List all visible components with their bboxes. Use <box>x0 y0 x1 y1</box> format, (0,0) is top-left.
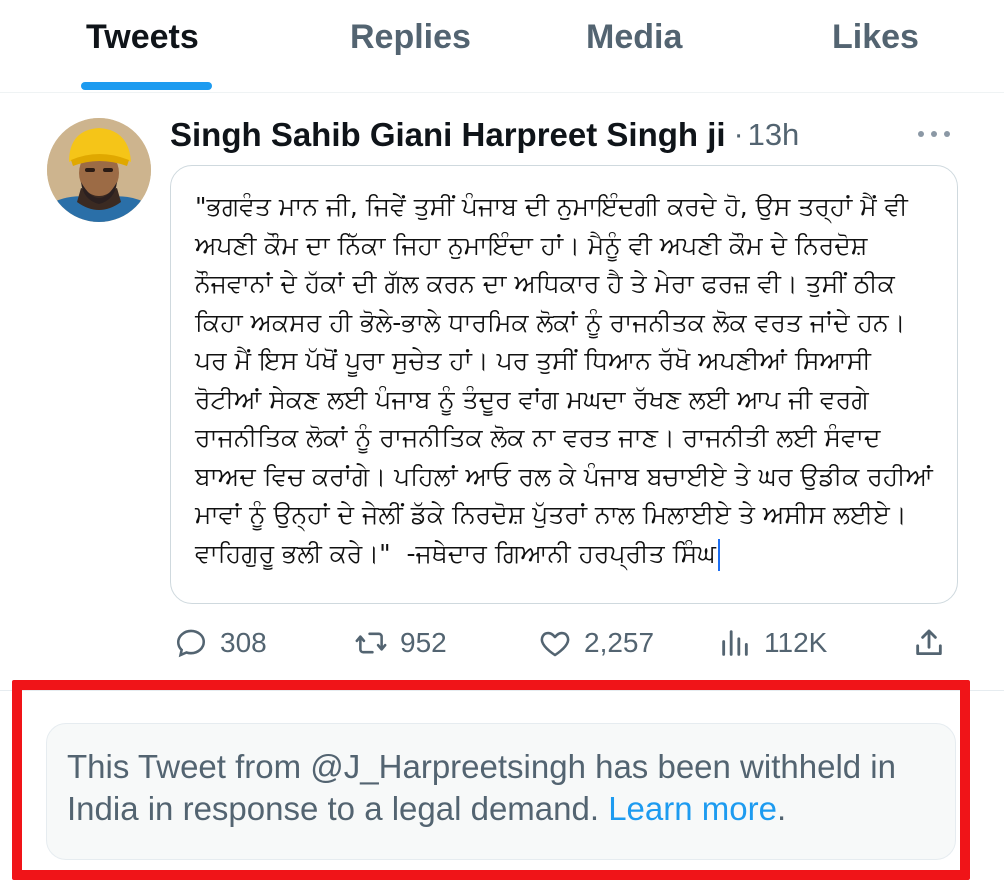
retweet-count: 952 <box>400 627 447 658</box>
tab-replies[interactable]: Replies <box>350 18 471 57</box>
more-options-button[interactable] <box>914 118 954 148</box>
author-name[interactable]: Singh Sahib Giani Harpreet Singh ji <box>170 116 726 154</box>
text-cursor <box>717 538 720 571</box>
like-button[interactable]: 2,257 <box>538 616 654 670</box>
reply-button[interactable]: 308 <box>174 616 267 670</box>
retweet-button[interactable]: 952 <box>354 616 447 670</box>
views-icon <box>722 630 748 656</box>
ellipsis-icon <box>918 131 924 137</box>
tweet-header: Singh Sahib Giani Harpreet Singh ji · 13… <box>170 110 799 160</box>
learn-more-link[interactable]: Learn more <box>608 790 777 827</box>
reply-count: 308 <box>220 627 267 658</box>
view-count: 112K <box>764 627 828 658</box>
image-text: "ਭਗਵੰਤ ਮਾਨ ਜੀ, ਜਿਵੇਂ ਤੁਸੀਂ ਪੰਜਾਬ ਦੀ ਨੁਮਾ… <box>195 188 935 573</box>
heart-icon <box>540 631 570 657</box>
tweet-timestamp[interactable]: 13h <box>748 117 800 153</box>
tweet-image[interactable]: "ਭਗਵੰਤ ਮਾਨ ਜੀ, ਜਿਵੇਂ ਤੁਸੀਂ ਪੰਜਾਬ ਦੀ ਨੁਮਾ… <box>170 165 958 604</box>
avatar[interactable] <box>47 118 151 222</box>
ellipsis-dot <box>931 131 937 137</box>
share-icon <box>916 629 942 656</box>
tweet-actions: 308 952 2,257 112K <box>170 616 960 670</box>
tab-media[interactable]: Media <box>586 18 682 57</box>
like-count: 2,257 <box>584 627 655 658</box>
views-button[interactable]: 112K <box>718 616 827 670</box>
profile-photo <box>47 118 151 222</box>
tab-likes[interactable]: Likes <box>832 18 919 57</box>
tab-tweets[interactable]: Tweets <box>86 18 199 57</box>
ellipsis-dot <box>944 131 950 137</box>
withheld-period: . <box>776 790 787 827</box>
retweet-icon <box>355 632 387 654</box>
image-text-content: "ਭਗਵੰਤ ਮਾਨ ਜੀ, ਜਿਵੇਂ ਤੁਸੀਂ ਪੰਜਾਬ ਦੀ ਨੁਮਾ… <box>195 192 941 568</box>
share-button[interactable] <box>912 616 958 670</box>
profile-tabs: Tweets Replies Media Likes <box>0 0 1004 93</box>
active-tab-indicator <box>81 82 212 90</box>
reply-icon <box>176 629 206 658</box>
separator-dot: · <box>733 118 744 151</box>
withheld-notice: This Tweet from @J_Harpreetsingh has bee… <box>46 723 956 860</box>
